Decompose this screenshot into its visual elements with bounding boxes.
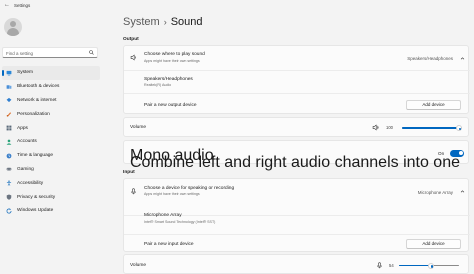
sidebar-item-label: Accessibility xyxy=(17,180,44,186)
system-icon xyxy=(6,70,12,76)
slider-thumb[interactable] xyxy=(456,125,462,131)
output-section-title: Output xyxy=(123,37,139,42)
avatar-head xyxy=(10,21,16,27)
output-device-value: Speakers/Headphones xyxy=(407,56,453,61)
sidebar-nav: System Bluetooth & devices Network & int… xyxy=(2,66,100,218)
input-volume-value: 54 xyxy=(389,262,394,268)
sidebar-item-label: Time & language xyxy=(17,153,54,159)
input-devices-card: Choose a device for speaking or recordin… xyxy=(123,178,470,253)
mono-audio-state: On xyxy=(438,150,445,156)
sidebar-item-network-internet[interactable]: Network & internet xyxy=(2,94,100,108)
output-device-title: Speakers/Headphones xyxy=(144,76,193,82)
breadcrumb-system[interactable]: System xyxy=(123,16,160,28)
sidebar-item-gaming[interactable]: Gaming xyxy=(2,163,100,177)
sidebar-item-privacy-security[interactable]: Privacy & security xyxy=(2,190,100,204)
sidebar-item-bluetooth-devices[interactable]: Bluetooth & devices xyxy=(2,80,100,94)
sidebar-item-windows-update[interactable]: Windows Update xyxy=(2,204,100,218)
input-device-title: Microphone Array xyxy=(144,213,182,218)
back-button[interactable]: ← xyxy=(4,2,10,8)
input-section-title: Input xyxy=(123,170,135,175)
search-input[interactable] xyxy=(6,49,86,57)
apps-icon xyxy=(6,125,12,131)
input-volume-slider[interactable] xyxy=(399,262,459,269)
sidebar-item-accessibility[interactable]: Accessibility xyxy=(2,176,100,190)
sidebar: System Bluetooth & devices Network & int… xyxy=(0,12,104,274)
output-volume-card: Volume 100 xyxy=(123,117,469,137)
breadcrumb-separator: › xyxy=(163,17,167,27)
output-choose-subtitle: Apps might have their own settings xyxy=(144,58,200,63)
sidebar-item-label: Windows Update xyxy=(17,208,54,214)
bluetooth-icon xyxy=(6,84,12,90)
search-box[interactable] xyxy=(2,47,98,58)
sidebar-item-accounts[interactable]: Accounts xyxy=(2,135,100,149)
output-volume-value: 100 xyxy=(386,125,393,131)
input-choose-subtitle: Apps might have their own settings xyxy=(144,192,200,196)
windows-update-icon xyxy=(6,208,12,214)
output-volume-label: Volume xyxy=(130,125,146,130)
input-volume-label: Volume xyxy=(130,262,146,268)
search-icon[interactable] xyxy=(89,50,94,55)
output-device-row[interactable]: Speakers/Headphones Realtek(R) Audio xyxy=(124,70,470,93)
sidebar-item-label: Gaming xyxy=(17,166,34,172)
avatar[interactable] xyxy=(4,18,22,36)
output-choose-row[interactable]: Choose where to play sound Apps might ha… xyxy=(124,46,470,70)
output-choose-title: Choose where to play sound xyxy=(144,52,205,57)
slider-thumb[interactable] xyxy=(428,262,435,269)
output-pair-title: Pair a new output device xyxy=(144,102,197,108)
speaker-icon xyxy=(130,54,136,61)
volume-microphone-icon[interactable] xyxy=(376,261,383,269)
input-device-value: Microphone Array xyxy=(417,189,453,195)
slider-fill xyxy=(399,264,432,267)
sidebar-item-label: Privacy & security xyxy=(17,194,56,200)
main-content: System › Sound Output Choose where to pl… xyxy=(104,12,474,274)
sidebar-item-label: Apps xyxy=(17,125,28,131)
time-language-icon xyxy=(6,153,12,159)
slider-fill xyxy=(402,127,462,129)
toggle-knob xyxy=(458,151,463,155)
output-volume-slider[interactable] xyxy=(402,125,462,131)
window-title: Settings xyxy=(14,3,31,8)
sidebar-item-label: Bluetooth & devices xyxy=(17,84,60,90)
accounts-icon xyxy=(6,139,12,145)
chevron-up-icon[interactable] xyxy=(460,189,465,194)
sidebar-item-time-language[interactable]: Time & language xyxy=(2,149,100,163)
gaming-icon xyxy=(6,166,12,172)
title-bar: ← Settings xyxy=(0,0,474,12)
microphone-icon xyxy=(131,188,136,195)
accessibility-icon xyxy=(6,180,12,186)
sidebar-item-label: Personalization xyxy=(17,111,50,117)
input-pair-row: Pair a new input device Add device xyxy=(124,234,470,253)
network-icon xyxy=(6,97,12,103)
page-title: System › Sound xyxy=(123,16,203,28)
add-input-device-button[interactable]: Add device xyxy=(406,238,461,249)
output-pair-row: Pair a new output device Add device xyxy=(124,93,470,115)
input-pair-title: Pair a new input device xyxy=(144,241,194,247)
input-choose-row[interactable]: Choose a device for speaking or recordin… xyxy=(124,179,470,204)
personalization-icon xyxy=(6,111,12,117)
sidebar-item-system[interactable]: System xyxy=(2,66,100,80)
chevron-up-icon[interactable] xyxy=(460,56,465,61)
sidebar-item-apps[interactable]: Apps xyxy=(2,121,100,135)
input-choose-title: Choose a device for speaking or recordin… xyxy=(144,185,235,191)
input-volume-card: Volume 54 xyxy=(123,254,469,274)
sidebar-item-personalization[interactable]: Personalization xyxy=(2,107,100,121)
privacy-security-icon xyxy=(6,194,12,200)
mono-audio-subtitle: Combine left and right audio channels in… xyxy=(130,153,460,171)
input-device-subtitle: Intel® Smart Sound Technology (Intel® SS… xyxy=(144,219,216,224)
mono-audio-toggle[interactable] xyxy=(450,149,464,157)
output-device-subtitle: Realtek(R) Audio xyxy=(144,83,172,87)
add-output-device-button[interactable]: Add device xyxy=(406,99,461,110)
sidebar-item-label: Network & internet xyxy=(17,97,57,103)
output-devices-card: Choose where to play sound Apps might ha… xyxy=(123,45,470,115)
sidebar-item-label: Accounts xyxy=(17,139,37,145)
breadcrumb-current: Sound xyxy=(170,16,203,28)
mono-audio-card: Mono audio Combine left and right audio … xyxy=(123,140,469,171)
volume-speaker-icon[interactable] xyxy=(372,124,379,131)
sidebar-item-label: System xyxy=(17,70,33,76)
avatar-body xyxy=(7,28,19,36)
